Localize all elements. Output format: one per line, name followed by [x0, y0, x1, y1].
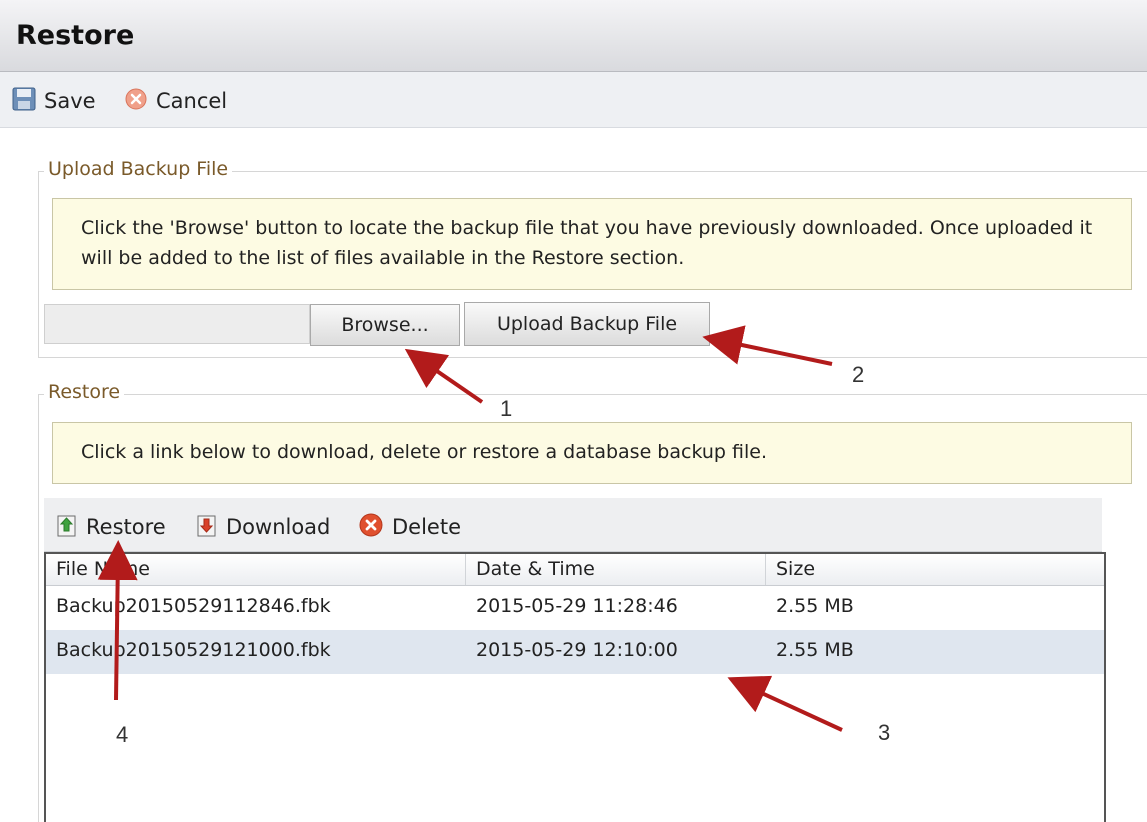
annotation-label-2: 2 [852, 362, 865, 387]
delete-label: Delete [392, 515, 461, 539]
cancel-icon [124, 87, 148, 116]
grid-header: File Name Date & Time Size [46, 554, 1104, 586]
annotation-label-3: 3 [878, 720, 891, 745]
size-cell: 2.55 MB [776, 595, 854, 617]
save-label: Save [44, 89, 96, 113]
annotation-label-1: 1 [500, 396, 513, 421]
delete-icon [358, 512, 384, 543]
title-bar: Restore [0, 0, 1147, 72]
upload-backup-file-button[interactable]: Upload Backup File [464, 302, 710, 346]
main-toolbar: Save Cancel [0, 72, 1147, 128]
download-label: Download [226, 515, 331, 539]
download-icon [196, 513, 218, 542]
save-button[interactable]: Save [12, 86, 96, 116]
date-time-cell: 2015-05-29 12:10:00 [476, 639, 678, 661]
file-path-field[interactable] [44, 304, 310, 344]
file-upload-row: Browse... Upload Backup File [44, 302, 724, 346]
restore-icon [56, 513, 78, 542]
upload-info-note: Click the 'Browse' button to locate the … [52, 198, 1132, 290]
restore-fieldset-border [38, 394, 1147, 395]
upload-legend: Upload Backup File [44, 158, 233, 180]
page-title: Restore [16, 20, 135, 51]
cancel-button[interactable]: Cancel [124, 86, 227, 116]
date-time-cell: 2015-05-29 11:28:46 [476, 595, 678, 617]
restore-fieldset-left [38, 394, 39, 822]
file-name-cell: Backup20150529112846.fbk [56, 595, 331, 617]
delete-button[interactable]: Delete [358, 512, 461, 542]
download-button[interactable]: Download [196, 512, 330, 542]
column-header-date-time[interactable]: Date & Time [466, 554, 766, 585]
restore-legend: Restore [44, 381, 125, 403]
restore-label: Restore [86, 515, 166, 539]
upload-fieldset-left [38, 171, 39, 357]
content-area: Upload Backup File Click the 'Browse' bu… [0, 128, 1147, 822]
restore-info-note: Click a link below to download, delete o… [52, 422, 1132, 484]
backup-file-grid: File Name Date & Time Size Backup2015052… [44, 552, 1106, 822]
table-row[interactable]: Backup20150529112846.fbk 2015-05-29 11:2… [46, 586, 1104, 630]
restore-button[interactable]: Restore [56, 512, 166, 542]
annotation-label-4: 4 [116, 722, 129, 747]
backup-list-toolbar: Restore Download Delete [44, 498, 1102, 552]
cancel-label: Cancel [156, 89, 228, 113]
upload-fieldset-bottom [38, 357, 1147, 358]
browse-button[interactable]: Browse... [310, 304, 460, 346]
size-cell: 2.55 MB [776, 639, 854, 661]
column-header-file-name[interactable]: File Name [46, 554, 466, 585]
file-name-cell: Backup20150529121000.fbk [56, 639, 331, 661]
table-row-selected[interactable]: Backup20150529121000.fbk 2015-05-29 12:1… [46, 630, 1104, 674]
column-header-size[interactable]: Size [766, 554, 1104, 585]
save-icon [12, 87, 36, 116]
